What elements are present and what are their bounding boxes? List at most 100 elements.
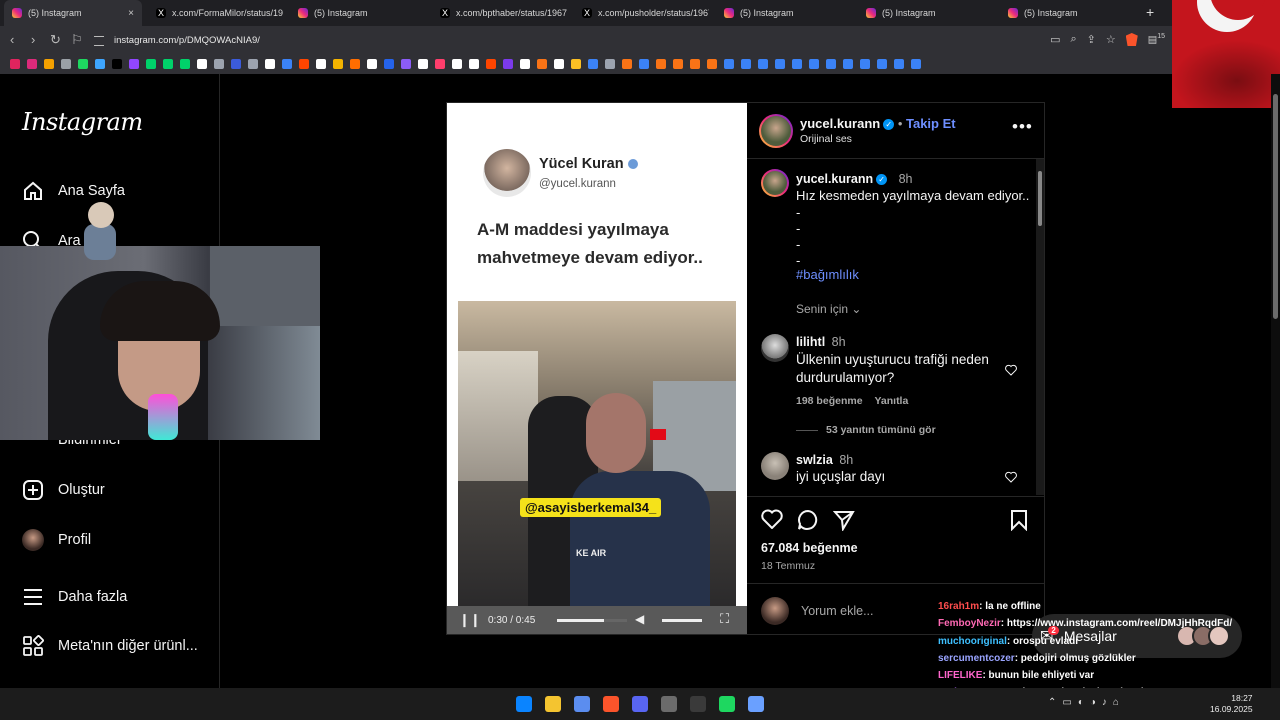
- bookmark-icon[interactable]: [826, 59, 836, 69]
- bookmark-icon[interactable]: [877, 59, 887, 69]
- taskbar-app-icon[interactable]: [603, 696, 619, 712]
- sidebar-item-home[interactable]: Ana Sayfa: [22, 180, 125, 202]
- sidebar-item-meta-apps[interactable]: Meta'nın diğer ürünl...: [22, 635, 198, 657]
- add-comment-input[interactable]: Yorum ekle...: [801, 604, 874, 618]
- bookmark-icon[interactable]: [350, 59, 360, 69]
- comments-scrollbar[interactable]: [1036, 159, 1044, 495]
- bookmark-icon[interactable]: [537, 59, 547, 69]
- bookmark-icon[interactable]: [452, 59, 462, 69]
- sidebar-item-create[interactable]: Oluştur: [22, 479, 105, 501]
- taskbar-app-icon[interactable]: [516, 696, 532, 712]
- system-tray-icons[interactable]: ⌃▭◐◑♪⌂: [1048, 697, 1125, 708]
- username-link[interactable]: yucel.kurann: [800, 116, 880, 131]
- bookmark-icon[interactable]: [690, 59, 700, 69]
- bookmark-icon[interactable]: [163, 59, 173, 69]
- bookmark-icon[interactable]: [843, 59, 853, 69]
- like-icon[interactable]: [761, 509, 783, 529]
- browser-tab[interactable]: X x.com/FormaMilor/status/1967: [148, 0, 283, 26]
- comment-icon[interactable]: [797, 509, 819, 531]
- browser-tab[interactable]: X x.com/bpthaber/status/19678: [432, 0, 567, 26]
- reload-icon[interactable]: ↻: [50, 32, 61, 48]
- bookmark-icon[interactable]: [61, 59, 71, 69]
- bookmark-icon[interactable]: ⚐: [71, 32, 83, 48]
- bookmark-icon[interactable]: [316, 59, 326, 69]
- bookmark-icon[interactable]: [503, 59, 513, 69]
- likes-count[interactable]: 67.084 beğenme: [761, 541, 858, 555]
- reply-button[interactable]: Yanıtla: [874, 395, 908, 407]
- bookmark-icon[interactable]: [554, 59, 564, 69]
- bookmark-icon[interactable]: [129, 59, 139, 69]
- bookmark-icon[interactable]: [10, 59, 20, 69]
- bookmark-icon[interactable]: [384, 59, 394, 69]
- bookmark-icon[interactable]: [656, 59, 666, 69]
- bookmark-icon[interactable]: [367, 59, 377, 69]
- bookmark-icon[interactable]: [809, 59, 819, 69]
- bookmark-icon[interactable]: [639, 59, 649, 69]
- view-replies-button[interactable]: 53 yanıtın tümünü gör: [796, 424, 936, 436]
- bookmark-icon[interactable]: [27, 59, 37, 69]
- bookmark-icon[interactable]: [605, 59, 615, 69]
- bookmark-icon[interactable]: [673, 59, 683, 69]
- bookmark-icon[interactable]: [707, 59, 717, 69]
- volume-slider[interactable]: [662, 619, 702, 622]
- browser-tab[interactable]: (5) Instagram: [716, 0, 851, 26]
- share-icon[interactable]: ⇪: [1087, 33, 1096, 46]
- bookmark-icon[interactable]: [741, 59, 751, 69]
- bookmark-icon[interactable]: [911, 59, 921, 69]
- bookmark-icon[interactable]: [520, 59, 530, 69]
- bookmark-icon[interactable]: [197, 59, 207, 69]
- back-icon[interactable]: ‹: [10, 32, 14, 47]
- avatar[interactable]: [761, 169, 789, 197]
- sidebar-item-profile[interactable]: Profil: [22, 529, 91, 551]
- post-media[interactable]: Yücel Kuran @yucel.kurann A-M maddesi ya…: [447, 103, 747, 634]
- taskbar-app-icon[interactable]: [748, 696, 764, 712]
- bookmark-icon[interactable]: [418, 59, 428, 69]
- bookmark-icon[interactable]: [401, 59, 411, 69]
- page-scrollbar[interactable]: [1271, 74, 1280, 688]
- taskbar-app-icon[interactable]: [661, 696, 677, 712]
- bookmark-icon[interactable]: [112, 59, 122, 69]
- audio-label[interactable]: Orijinal ses: [800, 133, 852, 145]
- brave-shield-icon[interactable]: [1125, 33, 1138, 46]
- forward-icon[interactable]: ›: [31, 32, 35, 47]
- bookmark-icon[interactable]: [894, 59, 904, 69]
- video-progress-bar[interactable]: [557, 619, 627, 622]
- username-link[interactable]: swlzia: [796, 453, 833, 467]
- username-link[interactable]: lilihtl: [796, 335, 825, 349]
- bookmark-icon[interactable]: [469, 59, 479, 69]
- bookmark-icon[interactable]: [588, 59, 598, 69]
- hashtag-link[interactable]: #bağımlılık: [796, 267, 859, 282]
- bookmark-icon[interactable]: [146, 59, 156, 69]
- extension-icon[interactable]: ▤15: [1148, 33, 1165, 46]
- bookmark-icon[interactable]: [44, 59, 54, 69]
- bookmark-icon[interactable]: [95, 59, 105, 69]
- bookmark-icon[interactable]: [180, 59, 190, 69]
- bookmark-icon[interactable]: [792, 59, 802, 69]
- share-icon[interactable]: [833, 509, 855, 531]
- bookmark-icon[interactable]: [282, 59, 292, 69]
- taskbar-app-icon[interactable]: [632, 696, 648, 712]
- taskbar-app-icon[interactable]: [690, 696, 706, 712]
- browser-tab[interactable]: (5) Instagram ×: [4, 0, 142, 26]
- cast-icon[interactable]: ▭: [1050, 33, 1060, 46]
- bookmark-icon[interactable]: [214, 59, 224, 69]
- video-frame[interactable]: @asayisberkemal34_ KE AIR: [458, 301, 736, 606]
- bookmark-icon[interactable]: [486, 59, 496, 69]
- bookmark-icon[interactable]: [78, 59, 88, 69]
- follow-button[interactable]: Takip Et: [906, 116, 956, 131]
- username-link[interactable]: yucel.kurann: [796, 172, 873, 186]
- url-field[interactable]: instagram.com/p/DMQOWAcNIA9/: [94, 32, 1009, 49]
- fullscreen-icon[interactable]: ⛶: [720, 611, 729, 627]
- bookmark-star-icon[interactable]: ☆: [1106, 33, 1116, 46]
- bookmark-icon[interactable]: [860, 59, 870, 69]
- bookmark-icon[interactable]: [248, 59, 258, 69]
- browser-tab[interactable]: (5) Instagram: [1000, 0, 1135, 26]
- bookmark-icon[interactable]: [299, 59, 309, 69]
- bookmark-icon[interactable]: [265, 59, 275, 69]
- like-comment-icon[interactable]: [1005, 364, 1017, 376]
- avatar[interactable]: [761, 452, 789, 480]
- sidebar-item-more[interactable]: Daha fazla: [22, 586, 127, 608]
- new-tab-button[interactable]: +: [1146, 4, 1154, 20]
- like-comment-icon[interactable]: [1005, 471, 1017, 483]
- taskbar-app-icon[interactable]: [545, 696, 561, 712]
